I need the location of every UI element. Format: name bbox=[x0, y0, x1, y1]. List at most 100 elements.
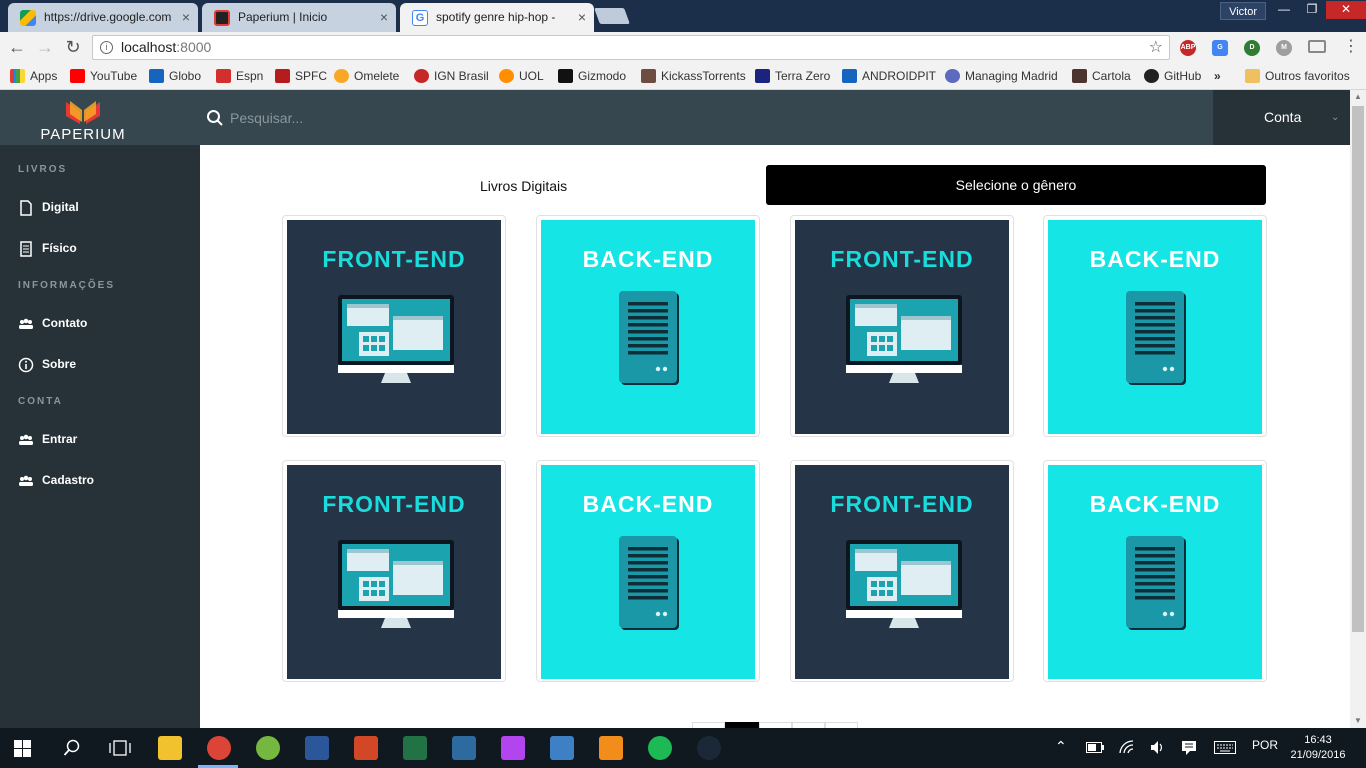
section-heading-livros: LIVROS bbox=[18, 164, 68, 175]
windows-start-icon[interactable] bbox=[14, 740, 31, 757]
sidebar-item-digital[interactable]: Digital bbox=[18, 197, 79, 217]
book-card[interactable]: FRONT-END bbox=[790, 460, 1014, 682]
forward-button[interactable]: → bbox=[34, 37, 56, 57]
sidebar-item-entrar[interactable]: Entrar bbox=[18, 429, 77, 449]
book-card[interactable]: BACK-END bbox=[1043, 215, 1267, 437]
bookmark-apps[interactable]: Apps bbox=[10, 68, 57, 84]
bookmark-uol[interactable]: UOL bbox=[499, 68, 544, 84]
vlc-icon[interactable] bbox=[599, 736, 623, 760]
bookmark-spfc[interactable]: SPFC bbox=[275, 68, 327, 84]
select-genre-button[interactable]: Selecione o gênero bbox=[766, 165, 1266, 205]
scroll-down-arrow-icon[interactable]: ▼ bbox=[1350, 714, 1366, 728]
close-tab-icon[interactable]: × bbox=[578, 3, 586, 32]
book-cover: BACK-END bbox=[1048, 465, 1262, 679]
book-card[interactable]: BACK-END bbox=[536, 460, 760, 682]
more-bookmarks-button[interactable]: » bbox=[1208, 68, 1221, 84]
extension-green-icon[interactable]: D bbox=[1244, 40, 1260, 56]
address-bar[interactable]: i localhost:8000 ☆ bbox=[92, 35, 1170, 60]
task-view-icon[interactable] bbox=[109, 739, 131, 757]
extension-gray-icon[interactable]: M bbox=[1276, 40, 1292, 56]
system-clock[interactable]: 16:43 21/09/2016 bbox=[1290, 733, 1346, 763]
bookmark-managing-madrid[interactable]: Managing Madrid bbox=[945, 68, 1058, 84]
bookmark-star-icon[interactable]: ☆ bbox=[1149, 36, 1163, 59]
book-card[interactable]: FRONT-END bbox=[282, 460, 506, 682]
book-cover: FRONT-END bbox=[287, 465, 501, 679]
back-button[interactable]: ← bbox=[6, 37, 28, 57]
sidebar-item-contato[interactable]: Contato bbox=[18, 313, 87, 333]
browser-tab-spotify-search[interactable]: G spotify genre hip-hop - × bbox=[400, 3, 594, 32]
bookmark-globo[interactable]: Globo bbox=[149, 68, 201, 84]
notifications-icon[interactable] bbox=[1181, 740, 1197, 756]
reload-button[interactable]: ↻ bbox=[62, 37, 84, 57]
browser-tab-paperium[interactable]: Paperium | Inicio × bbox=[202, 3, 396, 32]
site-info-icon[interactable]: i bbox=[100, 41, 113, 54]
phpstorm-icon[interactable] bbox=[501, 736, 525, 760]
clock-date: 21/09/2016 bbox=[1290, 749, 1346, 761]
users-icon bbox=[19, 475, 33, 486]
bookmark-ign-brasil[interactable]: IGN Brasil bbox=[414, 68, 489, 84]
url-port: :8000 bbox=[176, 39, 212, 55]
logo[interactable]: PAPERIUM bbox=[0, 90, 194, 145]
new-tab-button[interactable] bbox=[594, 8, 630, 24]
bookmark-kickasstorrents[interactable]: KickassTorrents bbox=[641, 68, 746, 84]
language-indicator[interactable]: POR bbox=[1252, 738, 1278, 752]
logo-text: PAPERIUM bbox=[40, 126, 126, 143]
maximize-button[interactable]: ❐ bbox=[1298, 1, 1326, 19]
book-card[interactable]: BACK-END bbox=[1043, 460, 1267, 682]
browser-tab-drive[interactable]: https://drive.google.com × bbox=[8, 3, 198, 32]
virtualbox-icon[interactable] bbox=[550, 736, 574, 760]
volume-icon[interactable] bbox=[1150, 740, 1166, 755]
minimize-button[interactable]: — bbox=[1270, 1, 1298, 19]
bookmark-github[interactable]: GitHub bbox=[1144, 68, 1201, 84]
bookmark-omelete[interactable]: Omelete bbox=[334, 68, 399, 84]
tab-livros-digitais[interactable]: Livros Digitais bbox=[480, 178, 567, 194]
excel-icon[interactable] bbox=[403, 736, 427, 760]
wifi-icon[interactable] bbox=[1119, 740, 1135, 755]
bookmark-label: UOL bbox=[519, 69, 544, 83]
steam-icon[interactable] bbox=[697, 736, 721, 760]
tray-chevron-up-icon[interactable]: ⌃ bbox=[1055, 738, 1067, 755]
sidebar-item-cadastro[interactable]: Cadastro bbox=[18, 470, 94, 490]
youtube-icon bbox=[70, 69, 85, 83]
chrome-menu-icon[interactable]: ⋮ bbox=[1340, 37, 1362, 57]
page-scrollbar[interactable]: ▲ ▼ bbox=[1350, 90, 1366, 728]
bookmark-gizmodo[interactable]: Gizmodo bbox=[558, 68, 626, 84]
bookmark-espn[interactable]: Espn bbox=[216, 68, 263, 84]
bookmark-terra-zero[interactable]: Terra Zero bbox=[755, 68, 830, 84]
file-explorer-icon[interactable] bbox=[158, 736, 182, 760]
cast-icon[interactable] bbox=[1308, 40, 1326, 53]
word-icon[interactable] bbox=[305, 736, 329, 760]
google-translate-icon[interactable]: G bbox=[1212, 40, 1228, 56]
window-user-badge[interactable]: Victor bbox=[1220, 2, 1266, 20]
close-tab-icon[interactable]: × bbox=[380, 3, 388, 32]
spotify-icon[interactable] bbox=[648, 736, 672, 760]
section-heading-informacoes: INFORMAÇÕES bbox=[18, 280, 115, 291]
bookmark-label: Cartola bbox=[1092, 69, 1131, 83]
powerpoint-icon[interactable] bbox=[354, 736, 378, 760]
bookmark-androidpit[interactable]: ANDROIDPIT bbox=[842, 68, 936, 84]
keyboard-icon[interactable] bbox=[1214, 741, 1236, 754]
book-card[interactable]: BACK-END bbox=[536, 215, 760, 437]
users-icon bbox=[19, 318, 33, 329]
utorrent-icon[interactable] bbox=[256, 736, 280, 760]
scroll-up-arrow-icon[interactable]: ▲ bbox=[1350, 90, 1366, 104]
info-icon bbox=[18, 357, 34, 373]
search-input[interactable] bbox=[230, 104, 730, 132]
close-window-button[interactable]: ✕ bbox=[1326, 1, 1366, 19]
mysql-workbench-icon[interactable] bbox=[452, 736, 476, 760]
bookmark-cartola[interactable]: Cartola bbox=[1072, 68, 1131, 84]
bookmark-folder-other[interactable]: Outros favoritos bbox=[1245, 68, 1350, 84]
account-menu-button[interactable]: Conta ⌄ bbox=[1213, 90, 1350, 145]
adblock-plus-icon[interactable]: ABP bbox=[1180, 40, 1196, 56]
chrome-icon[interactable] bbox=[207, 736, 231, 760]
apps-grid-icon bbox=[10, 69, 25, 83]
search-icon[interactable] bbox=[63, 739, 81, 757]
bookmark-youtube[interactable]: YouTube bbox=[70, 68, 137, 84]
close-tab-icon[interactable]: × bbox=[182, 3, 190, 32]
sidebar-item-sobre[interactable]: Sobre bbox=[18, 354, 76, 374]
sidebar-item-fisico[interactable]: Físico bbox=[18, 238, 77, 258]
book-card[interactable]: FRONT-END bbox=[790, 215, 1014, 437]
battery-icon[interactable] bbox=[1086, 742, 1104, 753]
scrollbar-thumb[interactable] bbox=[1352, 106, 1364, 632]
book-card[interactable]: FRONT-END bbox=[282, 215, 506, 437]
